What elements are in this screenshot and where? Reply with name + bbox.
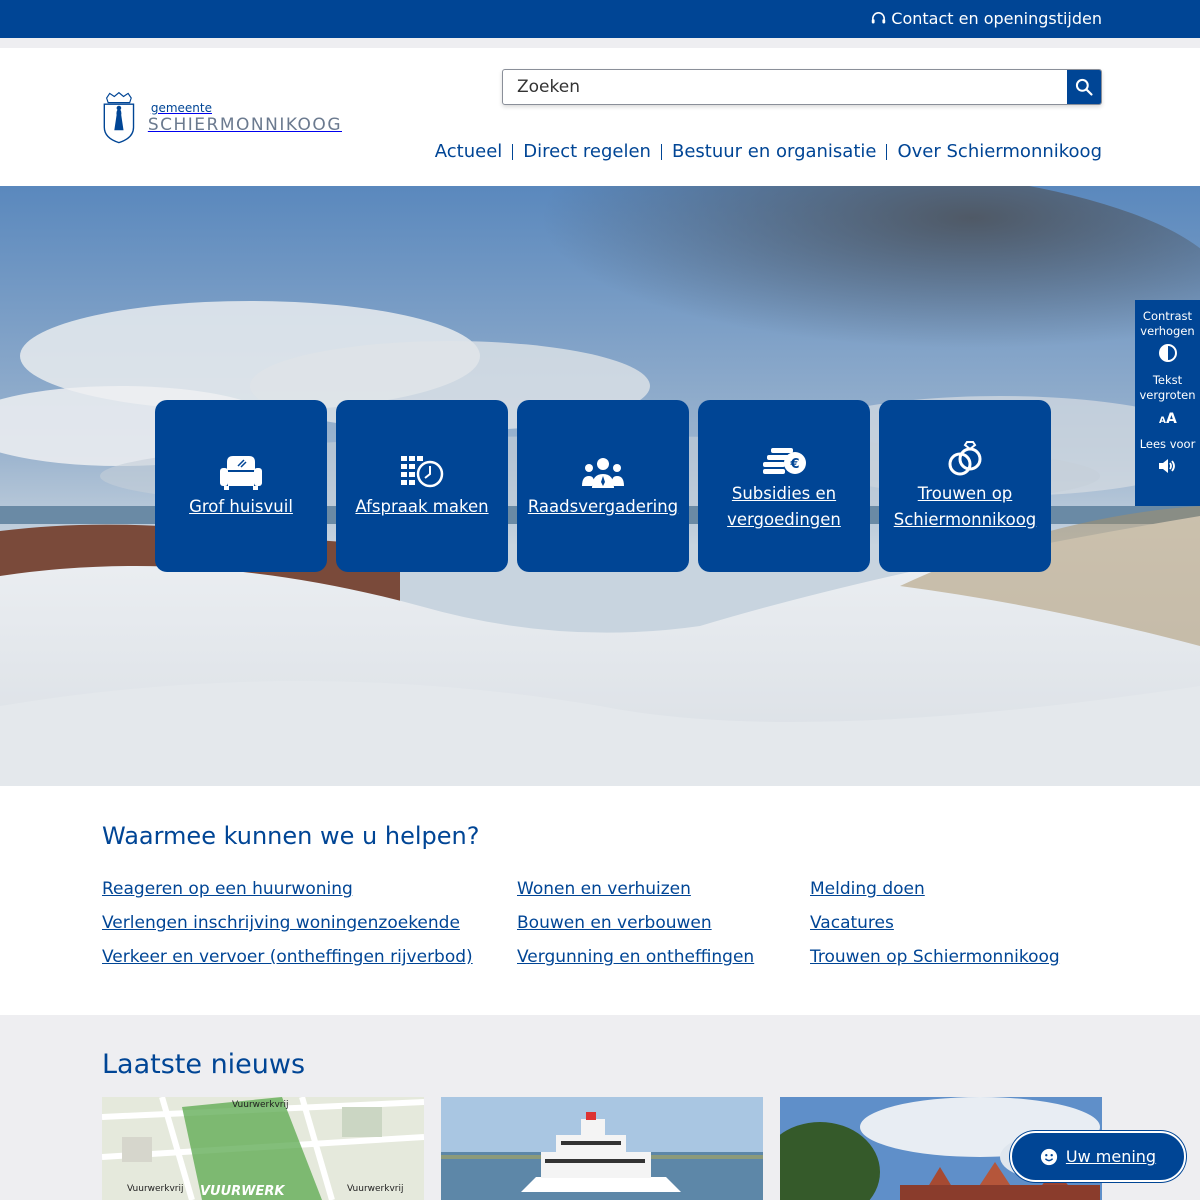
hero-banner: Grof huisvuil Afspraak maken Raadsvergad…	[0, 186, 1200, 786]
council-people-icon	[582, 458, 624, 488]
feedback-label: Uw mening	[1065, 1147, 1157, 1166]
feedback-button[interactable]: Uw mening	[1010, 1131, 1186, 1182]
text-size-icon: AA	[1159, 411, 1177, 427]
speaker-icon	[1159, 459, 1176, 473]
tile-label: Afspraak maken	[355, 497, 489, 516]
quick-tasks: Grof huisvuil Afspraak maken Raadsvergad…	[155, 400, 1051, 572]
coins-euro-icon: €	[763, 448, 806, 474]
svg-text:A: A	[1159, 416, 1166, 426]
help-column-1: Reageren op een huurwoning Verlengen ins…	[102, 878, 473, 968]
header: gemeente SCHIERMONNIKOOG Actueel Direct …	[0, 48, 1200, 186]
calendar-clock-icon	[401, 456, 444, 488]
map-label: Vuurwerkvrij	[232, 1100, 289, 1110]
smiley-icon	[1040, 1148, 1057, 1165]
header-separator	[0, 38, 1200, 48]
contrast-toggle[interactable]: Contrast verhogen	[1135, 309, 1200, 363]
help-column-3: Melding doen Vacatures Trouwen op Schier…	[810, 878, 1060, 968]
search-input[interactable]	[503, 70, 1067, 104]
map-label: Vuurwerkvrij	[347, 1184, 404, 1194]
text-size-label: Tekst vergroten	[1139, 373, 1196, 402]
svg-text:A: A	[1166, 411, 1177, 427]
accessibility-toolbar: Contrast verhogen Tekst vergroten AA Lee…	[1135, 300, 1200, 506]
contrast-label: Contrast verhogen	[1140, 309, 1195, 338]
news-title: Laatste nieuws	[102, 1049, 306, 1080]
news-image-map: Vuurwerkvrij Vuurwerkvrij Vuurwerkvrij V…	[102, 1097, 424, 1200]
help-link[interactable]: Melding doen	[810, 878, 1060, 900]
contact-link[interactable]: Contact en openingstijden	[870, 9, 1102, 28]
news-image-ferry	[441, 1097, 763, 1200]
main-navigation: Actueel Direct regelen Bestuur en organi…	[435, 143, 1102, 161]
logo-name-text: SCHIERMONNIKOOG	[147, 115, 342, 135]
read-aloud-label: Lees voor	[1139, 437, 1196, 451]
help-link[interactable]: Reageren op een huurwoning	[102, 878, 473, 900]
tile-afspraak-maken[interactable]: Afspraak maken	[336, 400, 508, 572]
help-column-2: Wonen en verhuizen Bouwen en verbouwen V…	[517, 878, 754, 968]
help-link[interactable]: Verlengen inschrijving woningenzoekende	[102, 912, 473, 934]
logo-link[interactable]: gemeente SCHIERMONNIKOOG	[102, 83, 342, 153]
search-button[interactable]	[1067, 70, 1101, 104]
search-box	[502, 69, 1102, 105]
headset-icon	[872, 12, 886, 24]
help-section: Waarmee kunnen we u helpen? Reageren op …	[0, 786, 1200, 1015]
help-link[interactable]: Vacatures	[810, 912, 1060, 934]
tile-label: Raadsvergadering	[527, 497, 679, 516]
read-aloud-button[interactable]: Lees voor	[1139, 437, 1196, 476]
wedding-rings-icon	[948, 441, 982, 476]
nav-item-direct-regelen[interactable]: Direct regelen	[512, 143, 661, 161]
help-link[interactable]: Trouwen op Schiermonnikoog	[810, 946, 1060, 968]
help-link[interactable]: Vergunning en ontheffingen	[517, 946, 754, 968]
nav-item-over[interactable]: Over Schiermonnikoog	[886, 143, 1102, 161]
svg-text:€: €	[789, 457, 799, 472]
coat-of-arms-icon	[103, 91, 135, 144]
tile-label: Grof huisvuil	[189, 497, 293, 516]
news-card-fireworks[interactable]: Vuurwerkvrij Vuurwerkvrij Vuurwerkvrij V…	[102, 1097, 424, 1200]
nav-item-bestuur[interactable]: Bestuur en organisatie	[660, 143, 887, 161]
contrast-icon	[1158, 344, 1177, 362]
map-label: Vuurwerkvrij	[127, 1184, 184, 1194]
logo-small-text: gemeente	[150, 101, 212, 115]
tile-label: Trouwen op Schiermonnikoog	[893, 484, 1037, 529]
nav-item-actueel[interactable]: Actueel	[435, 143, 513, 161]
news-card-ferry[interactable]	[441, 1097, 763, 1200]
armchair-icon	[220, 456, 262, 490]
top-bar: Contact en openingstijden	[0, 0, 1200, 38]
help-title: Waarmee kunnen we u helpen?	[102, 822, 480, 850]
map-label: VUURWERK	[200, 1184, 285, 1199]
tile-trouwen[interactable]: Trouwen op Schiermonnikoog	[879, 400, 1051, 572]
help-link[interactable]: Bouwen en verbouwen	[517, 912, 754, 934]
help-link[interactable]: Verkeer en vervoer (ontheffingen rijverb…	[102, 946, 473, 968]
search-icon	[1075, 78, 1093, 96]
tile-raadsvergadering[interactable]: Raadsvergadering	[517, 400, 689, 572]
contact-label: Contact en openingstijden	[891, 9, 1102, 28]
tile-label: Subsidies en vergoedingen	[727, 484, 841, 529]
help-link[interactable]: Wonen en verhuizen	[517, 878, 754, 900]
text-size-toggle[interactable]: Tekst vergroten AA	[1135, 373, 1200, 427]
tile-grof-huisvuil[interactable]: Grof huisvuil	[155, 400, 327, 572]
tile-subsidies[interactable]: € Subsidies en vergoedingen	[698, 400, 870, 572]
